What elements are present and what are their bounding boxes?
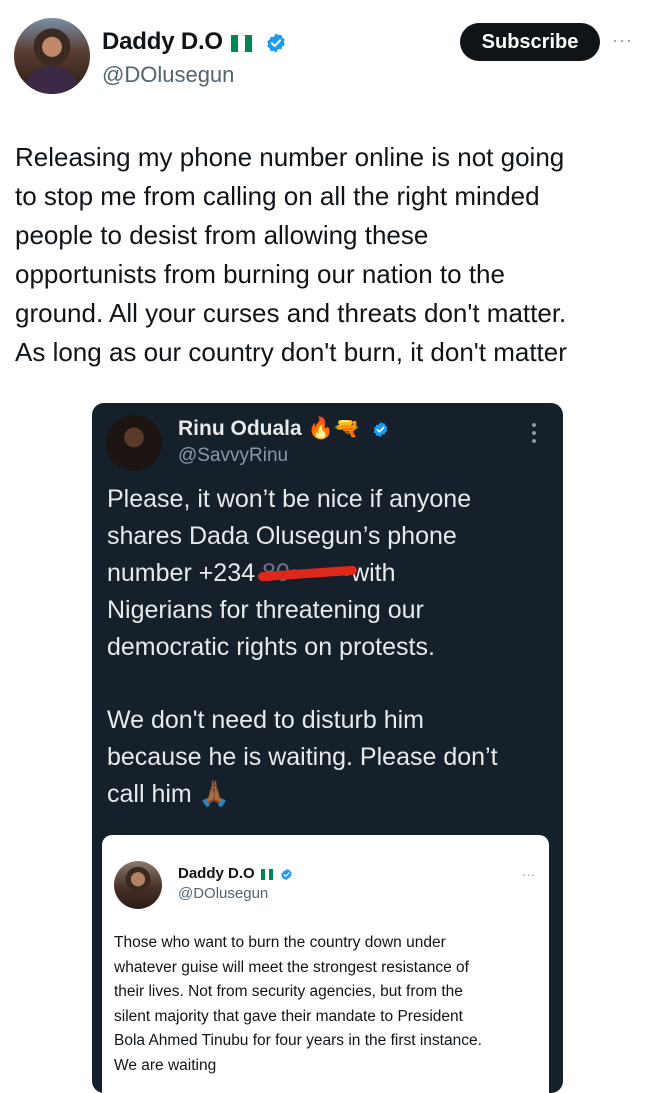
nigeria-flag-icon — [231, 29, 253, 57]
phone-prefix: number +234 — [107, 559, 256, 587]
post-text-line: Releasing my phone number online is not … — [15, 142, 565, 172]
screenshot-text-line: call him 🙏🏾 — [107, 780, 230, 808]
quoted-author-handle: @DOlusegun — [178, 885, 269, 902]
post-text-line: As long as our country don't burn, it do… — [15, 337, 567, 367]
screenshot-text-line: Please, it won’t be nice if anyone — [107, 485, 472, 513]
more-options-icon: ··· — [522, 867, 535, 882]
post-text-line: to stop me from calling on all the right… — [15, 181, 540, 211]
quoted-text-line: We are waiting — [114, 1056, 217, 1074]
quoted-post-text: Those who want to burn the country down … — [114, 931, 544, 1078]
author-name[interactable]: Daddy D.O — [102, 28, 223, 55]
screenshot-text-line: We don't need to disturb him — [107, 706, 424, 734]
quoted-author-name: Daddy D.O — [178, 865, 255, 882]
vertical-more-icon — [532, 423, 537, 447]
quoted-author-avatar — [114, 861, 162, 909]
screenshot-author-avatar — [106, 415, 162, 471]
post-text-line: opportunists from burning our nation to … — [15, 259, 505, 289]
screenshot-text-line: number +234 80•••••••with — [107, 555, 557, 592]
post-text-line: people to desist from allowing these — [15, 220, 429, 250]
screenshot-text-fragment: with — [351, 559, 396, 587]
more-options-icon[interactable]: ··· — [612, 30, 633, 51]
redacted-phone-number: 80••••••• — [262, 555, 351, 592]
attached-screenshot-image[interactable]: Rinu Oduala 🔥🔫 @SavvyRinu Please, it won… — [92, 403, 563, 1093]
author-avatar[interactable] — [14, 18, 90, 94]
screenshot-text-line: democratic rights on protests. — [107, 633, 435, 661]
quoted-text-line: their lives. Not from security agencies,… — [114, 983, 463, 1000]
quoted-text-line: silent majority that gave their mandate … — [114, 1007, 463, 1025]
nigeria-flag-icon — [260, 866, 273, 883]
post-text: Releasing my phone number online is not … — [15, 138, 645, 372]
screenshot-text: Please, it won’t be nice if anyone share… — [107, 481, 557, 813]
quoted-text-line: whatever guise will meet the strongest r… — [114, 958, 469, 976]
screenshot-text-line: shares Dada Olusegun’s phone — [107, 522, 457, 550]
quoted-author-name-row: Daddy D.O — [178, 865, 293, 883]
quoted-post-card: Daddy D.O @DOlusegun ··· Those who want … — [102, 835, 549, 1093]
author-name-row[interactable]: Daddy D.O — [102, 28, 287, 57]
verified-badge-icon — [281, 868, 292, 880]
verified-badge-icon — [373, 422, 387, 437]
screenshot-author-name: Rinu Oduala — [178, 417, 302, 440]
screenshot-author-handle: @SavvyRinu — [178, 445, 289, 466]
quoted-text-line: Bola Ahmed Tinubu for four years in the … — [114, 1032, 482, 1049]
verified-badge-icon — [267, 33, 285, 53]
screenshot-text-line: because he is waiting. Please don’t — [107, 743, 498, 771]
fire-gun-emoji: 🔥🔫 — [307, 417, 360, 440]
screenshot-text-line: Nigerians for threatening our — [107, 596, 424, 624]
author-handle[interactable]: @DOlusegun — [102, 62, 234, 88]
quoted-text-line: Those who want to burn the country down … — [114, 934, 446, 951]
screenshot-author-name-row: Rinu Oduala 🔥🔫 — [178, 417, 389, 441]
post-text-line: ground. All your curses and threats don'… — [15, 298, 567, 328]
subscribe-button[interactable]: Subscribe — [460, 23, 600, 61]
